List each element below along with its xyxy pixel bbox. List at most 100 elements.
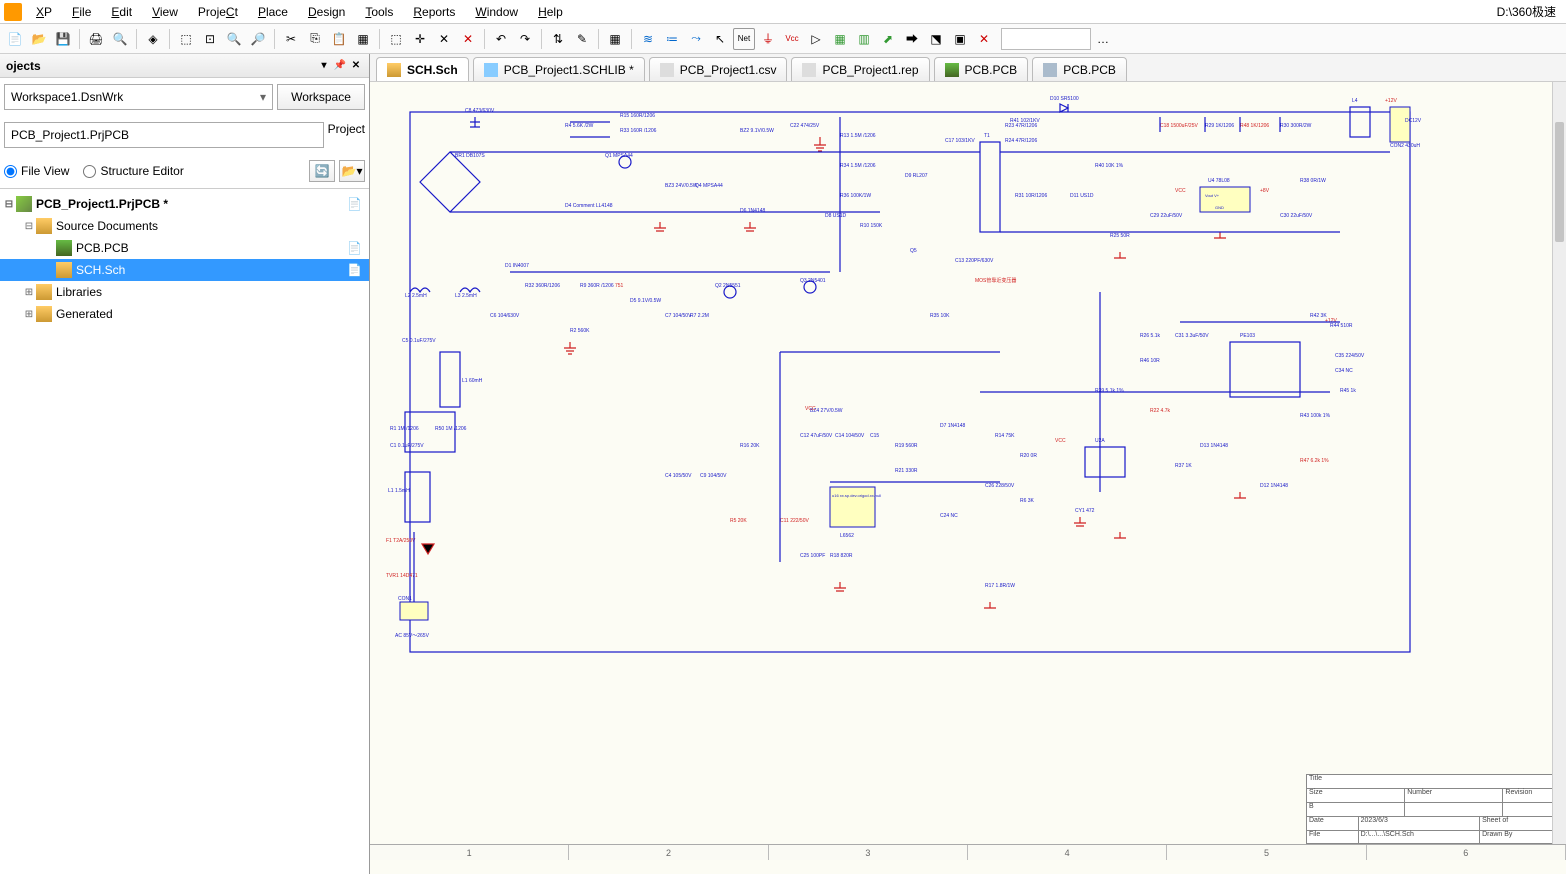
- menu-project[interactable]: ProjeCt: [188, 3, 248, 21]
- file-view-radio[interactable]: File View: [4, 164, 69, 178]
- menu-place[interactable]: Place: [248, 3, 298, 21]
- svg-text:R10 150K: R10 150K: [860, 223, 883, 229]
- noerrc-icon[interactable]: ▣: [949, 28, 971, 50]
- tree-item-sch[interactable]: SCH.Sch 📄: [0, 259, 369, 281]
- svg-text:Q5: Q5: [910, 248, 917, 254]
- svg-text:D12 1N4148: D12 1N4148: [1260, 483, 1288, 489]
- mode-combo[interactable]: [1001, 28, 1091, 50]
- menu-dxp[interactable]: XP: [26, 3, 62, 21]
- menu-window[interactable]: Window: [465, 3, 528, 21]
- svg-text:C24 NC: C24 NC: [940, 513, 958, 519]
- new-icon[interactable]: 📄: [4, 28, 26, 50]
- open-icon[interactable]: 📂: [28, 28, 50, 50]
- signal-icon[interactable]: ⤳: [685, 28, 707, 50]
- projects-panel: ojects ▾ 📌 ✕ Workspace1.DsnWrk Workspace…: [0, 54, 370, 874]
- redo-icon[interactable]: ↷: [514, 28, 536, 50]
- svg-text:F1 T2A/250V: F1 T2A/250V: [386, 538, 416, 544]
- svg-text:VCC: VCC: [805, 406, 816, 412]
- tab-pcb2[interactable]: PCB.PCB: [1032, 57, 1127, 81]
- svg-text:Vout V+: Vout V+: [1205, 193, 1220, 198]
- structure-view-radio[interactable]: Structure Editor: [83, 164, 183, 178]
- menu-view[interactable]: View: [142, 3, 188, 21]
- zoom-in-icon[interactable]: 🔍: [223, 28, 245, 50]
- svg-text:R26 5.1k: R26 5.1k: [1140, 333, 1161, 339]
- bus-icon[interactable]: ≔: [661, 28, 683, 50]
- sheet-icon[interactable]: ▦: [829, 28, 851, 50]
- tree-project-root[interactable]: ⊟ PCB_Project1.PrjPCB * 📄: [0, 193, 369, 215]
- panel-pin-icon[interactable]: 📌: [333, 59, 347, 73]
- harness-icon[interactable]: ⬔: [925, 28, 947, 50]
- toolbar-more[interactable]: …: [1093, 32, 1113, 46]
- zoom-out-icon[interactable]: 🔎: [247, 28, 269, 50]
- clear-icon[interactable]: ✕: [457, 28, 479, 50]
- tree-source-docs[interactable]: ⊟ Source Documents: [0, 215, 369, 237]
- zoom-fit-icon[interactable]: ⊡: [199, 28, 221, 50]
- tree-libraries[interactable]: ⊞ Libraries: [0, 281, 369, 303]
- layers-icon[interactable]: ◈: [142, 28, 164, 50]
- paste-icon[interactable]: 📋: [328, 28, 350, 50]
- svg-text:R25 50R: R25 50R: [1110, 233, 1130, 239]
- sheet2-icon[interactable]: ▥: [853, 28, 875, 50]
- cut-icon[interactable]: ✂: [280, 28, 302, 50]
- port2-icon[interactable]: ⮕: [901, 28, 923, 50]
- cross-icon[interactable]: ✎: [571, 28, 593, 50]
- tab-pcb1[interactable]: PCB.PCB: [934, 57, 1029, 81]
- menu-file[interactable]: File: [62, 3, 101, 21]
- tree-generated[interactable]: ⊞ Generated: [0, 303, 369, 325]
- workspace-combo[interactable]: Workspace1.DsnWrk: [4, 84, 273, 110]
- select-icon[interactable]: ⬚: [385, 28, 407, 50]
- deselect-icon[interactable]: ✕: [433, 28, 455, 50]
- workspace-button[interactable]: Workspace: [277, 84, 365, 110]
- svg-text:T1: T1: [984, 133, 990, 139]
- part-icon[interactable]: ▷: [805, 28, 827, 50]
- menu-reports[interactable]: Reports: [403, 3, 465, 21]
- svg-text:R39 5.1k 1%: R39 5.1k 1%: [1095, 388, 1124, 394]
- svg-text:R21 330R: R21 330R: [895, 468, 918, 474]
- refresh-icon[interactable]: 🔄: [309, 160, 335, 182]
- hierarchy-icon[interactable]: ⇅: [547, 28, 569, 50]
- svg-text:R14 75K: R14 75K: [995, 433, 1015, 439]
- tab-csv[interactable]: PCB_Project1.csv: [649, 57, 788, 81]
- tab-rep[interactable]: PCB_Project1.rep: [791, 57, 929, 81]
- zoom-window-icon[interactable]: ⬚: [175, 28, 197, 50]
- del-icon[interactable]: ✕: [973, 28, 995, 50]
- save-icon[interactable]: 💾: [52, 28, 74, 50]
- tab-sch[interactable]: SCH.Sch: [376, 57, 469, 81]
- gnd-icon[interactable]: ⏚: [757, 28, 779, 50]
- rubber-icon[interactable]: ▦: [352, 28, 374, 50]
- svg-text:C12 47uF/50V: C12 47uF/50V: [800, 433, 833, 439]
- tab-schlib[interactable]: PCB_Project1.SCHLIB *: [473, 57, 645, 81]
- svg-text:L1 1.5mH: L1 1.5mH: [388, 488, 410, 494]
- wire-icon[interactable]: ≋: [637, 28, 659, 50]
- menu-edit[interactable]: Edit: [101, 3, 142, 21]
- panel-menu-icon[interactable]: ▾: [317, 59, 331, 73]
- vertical-scrollbar[interactable]: [1552, 82, 1566, 844]
- tree-item-pcb[interactable]: PCB.PCB 📄: [0, 237, 369, 259]
- options-icon[interactable]: 📂▾: [339, 160, 365, 182]
- path-display: D:\360极速: [1491, 3, 1562, 20]
- print-icon[interactable]: 🖨: [85, 28, 107, 50]
- port-icon[interactable]: ⬈: [877, 28, 899, 50]
- vcc-icon[interactable]: Vcc: [781, 28, 803, 50]
- cursor-icon[interactable]: ↖: [709, 28, 731, 50]
- svg-text:D8 US1D: D8 US1D: [825, 213, 847, 219]
- svg-text:R15 160R/1206: R15 160R/1206: [620, 113, 655, 119]
- menu-design[interactable]: Design: [298, 3, 355, 21]
- net-icon[interactable]: Net: [733, 28, 755, 50]
- svg-text:R42 3K: R42 3K: [1310, 313, 1327, 319]
- project-field[interactable]: PCB_Project1.PrjPCB: [4, 122, 324, 148]
- svg-text:+8V: +8V: [1260, 188, 1270, 194]
- preview-icon[interactable]: 🔍: [109, 28, 131, 50]
- browse-icon[interactable]: ▦: [604, 28, 626, 50]
- svg-text:PE103: PE103: [1240, 333, 1255, 339]
- project-button[interactable]: Project: [328, 122, 365, 148]
- schematic-canvas[interactable]: AC 85V～265V CON1 TVR1 14D471 F1 T2A/250V…: [370, 82, 1566, 874]
- menu-help[interactable]: Help: [528, 3, 573, 21]
- copy-icon[interactable]: ⎘: [304, 28, 326, 50]
- panel-close-icon[interactable]: ✕: [349, 59, 363, 73]
- svg-text:D7 1N4148: D7 1N4148: [940, 423, 966, 429]
- svg-text:L3 2.5mH: L3 2.5mH: [455, 293, 477, 299]
- move-icon[interactable]: ✛: [409, 28, 431, 50]
- menu-tools[interactable]: Tools: [355, 3, 403, 21]
- undo-icon[interactable]: ↶: [490, 28, 512, 50]
